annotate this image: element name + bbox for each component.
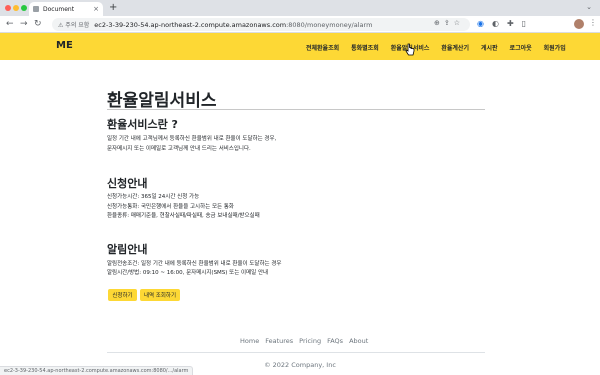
close-window-button[interactable] xyxy=(5,5,11,11)
zoom-window-button[interactable] xyxy=(21,5,27,11)
footer-divider xyxy=(107,352,485,353)
section-text: 신청가능통화: 국민은행에서 환율을 고시하는 모든 통화 xyxy=(107,204,234,210)
reload-icon[interactable]: ↻ xyxy=(34,18,42,30)
side-panel-icon[interactable]: ▯ xyxy=(522,18,526,30)
nav-link-board[interactable]: 게시판 xyxy=(481,43,498,52)
section-title-application: 신청안내 xyxy=(107,177,148,190)
section-text: 신청가능시간: 365일 24시간 신청 가능 xyxy=(107,194,200,200)
minimize-window-button[interactable] xyxy=(13,5,19,11)
nav-link-logout[interactable]: 로그아웃 xyxy=(510,43,532,52)
extensions-puzzle-icon[interactable]: ✚ xyxy=(507,18,514,30)
section-text: 환율종류: 매매기준율, 현찰사실때/파실때, 송금 보내실때/받으실때 xyxy=(107,213,260,219)
nav-link-by-currency[interactable]: 통화별조회 xyxy=(351,43,379,52)
section-text: 알림시간/방법: 09:10 ~ 16:00, 문자메시지(SMS) 또는 이메… xyxy=(107,270,269,276)
zoom-icon[interactable]: ⊕ xyxy=(434,19,444,27)
omnibox-actions[interactable]: ⊕⇪☆ xyxy=(434,19,464,27)
section-text: 알림전송조건: 일정 기간 내에 등록하신 환율범위 내로 환율이 도달하는 경… xyxy=(107,261,282,267)
tab-close-icon[interactable]: × xyxy=(93,5,99,13)
section-title-alarm: 알림안내 xyxy=(107,243,148,256)
share-icon[interactable]: ⇪ xyxy=(444,19,454,27)
browser-toolbar: ← → ↻ ⚠ 주의 요함 ec2-3-39-230-54.ap-northea… xyxy=(0,16,600,33)
section-text: 문자메시지 또는 이메일로 고객님께 안내 드리는 서비스입니다. xyxy=(107,146,251,152)
site-info-warning[interactable]: ⚠ 주의 요함 xyxy=(58,20,89,29)
page-title: 환율알림서비스 xyxy=(107,91,217,111)
history-button[interactable]: 내역 조회하기 xyxy=(140,289,180,301)
section-text: 일정 기간 내에 고객님께서 등록하신 환율범위 내로 환율이 도달하는 경우, xyxy=(107,136,277,142)
tab-search-chevron-icon[interactable]: ⌄ xyxy=(586,3,592,11)
browser-menu-icon[interactable]: ⋮ xyxy=(589,18,597,27)
site-navbar: ME 전체환율조회 통화별조회 환율알림서비스 환율계산기 게시판 로그아웃 회… xyxy=(0,33,600,60)
address-bar[interactable]: ⚠ 주의 요함 ec2-3-39-230-54.ap-northeast-2.c… xyxy=(52,18,470,31)
bookmark-star-icon[interactable]: ☆ xyxy=(454,19,464,27)
footer-link-features[interactable]: Features xyxy=(265,337,293,345)
apply-button[interactable]: 신청하기 xyxy=(108,289,137,301)
footer-link-faqs[interactable]: FAQs xyxy=(327,337,343,345)
navbar-links: 전체환율조회 통화별조회 환율알림서비스 환율계산기 게시판 로그아웃 회원가입 xyxy=(306,43,566,52)
nav-link-calculator[interactable]: 환율계산기 xyxy=(441,43,469,52)
browser-tab[interactable]: Document × xyxy=(29,2,103,16)
footer-link-home[interactable]: Home xyxy=(240,337,259,345)
browser-tab-bar: Document × + ⌄ xyxy=(0,0,600,16)
forward-arrow-icon[interactable]: → xyxy=(20,18,28,30)
tab-title: Document xyxy=(43,5,75,13)
url-text[interactable]: ec2-3-39-230-54.ap-northeast-2.compute.a… xyxy=(94,21,372,29)
footer-link-about[interactable]: About xyxy=(349,337,368,345)
section-title-service: 환율서비스란 ? xyxy=(107,118,178,131)
extension-area: ◉ ◐ ✚ ▯ xyxy=(477,18,526,30)
footer-link-pricing[interactable]: Pricing xyxy=(299,337,321,345)
profile-avatar[interactable] xyxy=(574,19,584,29)
title-divider xyxy=(107,109,485,110)
nav-link-all-rates[interactable]: 전체환율조회 xyxy=(306,43,339,52)
page-favicon-icon xyxy=(33,6,39,12)
footer-nav: Home Features Pricing FAQs About xyxy=(240,337,368,345)
back-arrow-icon[interactable]: ← xyxy=(6,18,14,30)
extension-icon[interactable]: ◉ xyxy=(477,18,484,30)
extension-icon[interactable]: ◐ xyxy=(492,18,499,30)
site-brand-logo[interactable]: ME xyxy=(56,40,73,51)
new-tab-icon[interactable]: + xyxy=(109,2,117,14)
link-status-bar: ec2-3-39-230-54.ap-northeast-2.compute.a… xyxy=(0,366,194,375)
nav-link-signup[interactable]: 회원가입 xyxy=(544,43,566,52)
hand-cursor-icon xyxy=(405,43,415,56)
